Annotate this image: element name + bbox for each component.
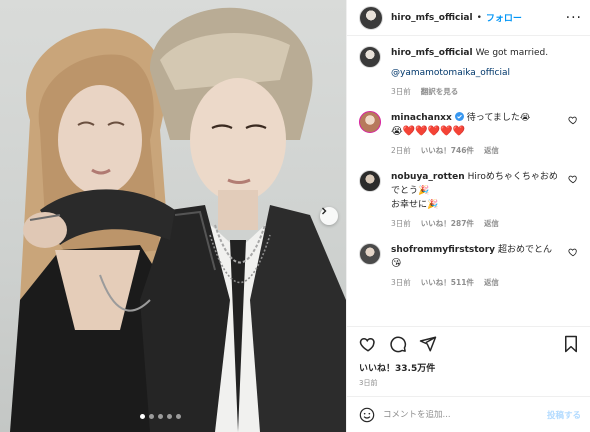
- avatar[interactable]: [359, 46, 381, 68]
- like-button[interactable]: [359, 335, 377, 353]
- comment-text-line2: 😘: [391, 258, 402, 269]
- carousel-dot: [140, 414, 145, 419]
- heart-icon[interactable]: [568, 247, 578, 257]
- comment-text: 待ってました😭: [466, 113, 531, 123]
- comment-likes[interactable]: いいね！287件: [421, 218, 474, 229]
- comment-time[interactable]: 3日前: [391, 218, 411, 229]
- post-action-bar: いいね！33.5万件 3日前: [347, 326, 590, 388]
- comment-time[interactable]: 2日前: [391, 145, 411, 156]
- translate-button[interactable]: 翻訳を見る: [421, 86, 459, 97]
- comment-text: 超おめでとん: [498, 245, 553, 255]
- verified-badge-icon: [454, 112, 464, 121]
- reply-button[interactable]: 返信: [484, 277, 499, 288]
- chevron-right-icon: [322, 207, 327, 215]
- couple-photo-illustration: [10, 7, 346, 432]
- caption-username[interactable]: hiro_mfs_official: [391, 48, 473, 58]
- comment: minachanxx 待ってました😭 😭❤️❤️❤️❤️❤️ 2日前 いいね！74…: [359, 111, 578, 156]
- comment-input[interactable]: [383, 409, 547, 420]
- follow-button[interactable]: フォロー: [486, 11, 522, 24]
- comment-composer: 投稿する: [347, 396, 590, 432]
- separator-dot: •: [476, 12, 482, 23]
- comments-list: hiro_mfs_official We got married. @yamamo…: [347, 36, 590, 320]
- avatar[interactable]: [359, 5, 383, 30]
- carousel-dot: [167, 414, 172, 419]
- likes-count[interactable]: いいね！33.5万件: [359, 361, 579, 374]
- heart-icon[interactable]: [568, 174, 578, 184]
- comment-username[interactable]: shofrommyfirststory: [391, 245, 495, 255]
- avatar[interactable]: [359, 111, 381, 133]
- comment-likes[interactable]: いいね！511件: [421, 277, 474, 288]
- bookmark-icon: [565, 335, 577, 353]
- avatar[interactable]: [359, 170, 381, 192]
- caption: hiro_mfs_official We got married. @yamamo…: [359, 46, 578, 97]
- post-date[interactable]: 3日前: [359, 378, 579, 388]
- author-username[interactable]: hiro_mfs_official: [391, 13, 473, 23]
- carousel-indicator: [140, 414, 181, 419]
- comment-likes[interactable]: いいね！746件: [421, 145, 474, 156]
- caption-mention-link[interactable]: @yamamotomaika_official: [391, 68, 510, 78]
- comment-button[interactable]: [389, 335, 407, 353]
- comment-text-line2: お幸せに🎉: [391, 200, 439, 210]
- heart-icon[interactable]: [568, 115, 578, 125]
- comment: shofrommyfirststory 超おめでとん 😘 3日前 いいね！511件…: [359, 243, 578, 288]
- share-button[interactable]: [419, 335, 437, 353]
- carousel-next-button[interactable]: [320, 207, 338, 225]
- post-header: hiro_mfs_official • フォロー ···: [347, 0, 590, 36]
- comment: nobuya_rotten Hiroめちゃくちゃおめでとう🎉 お幸せに🎉 3日前 …: [359, 170, 578, 229]
- reply-button[interactable]: 返信: [484, 218, 499, 229]
- carousel-dot: [158, 414, 163, 419]
- save-button[interactable]: [563, 335, 579, 353]
- carousel-dot: [176, 414, 181, 419]
- share-icon: [419, 336, 437, 352]
- comment-username[interactable]: nobuya_rotten: [391, 172, 465, 182]
- comment-icon: [390, 336, 407, 353]
- heart-icon: [359, 337, 375, 352]
- more-options-icon[interactable]: ···: [566, 11, 582, 25]
- carousel-dot: [149, 414, 154, 419]
- avatar[interactable]: [359, 243, 381, 265]
- post-photo[interactable]: [0, 0, 346, 432]
- caption-text-block: hiro_mfs_official We got married.: [391, 46, 564, 60]
- post-side-panel: hiro_mfs_official • フォロー ··· hiro_mfs_of…: [346, 0, 590, 432]
- post-comment-button[interactable]: 投稿する: [547, 409, 581, 421]
- reply-button[interactable]: 返信: [484, 145, 499, 156]
- caption-text: We got married.: [475, 48, 549, 58]
- comment-text-line2: 😭❤️❤️❤️❤️❤️: [391, 126, 465, 137]
- comment-username[interactable]: minachanxx: [391, 113, 452, 123]
- emoji-icon[interactable]: [359, 407, 375, 423]
- comment-time[interactable]: 3日前: [391, 277, 411, 288]
- caption-time[interactable]: 3日前: [391, 86, 411, 97]
